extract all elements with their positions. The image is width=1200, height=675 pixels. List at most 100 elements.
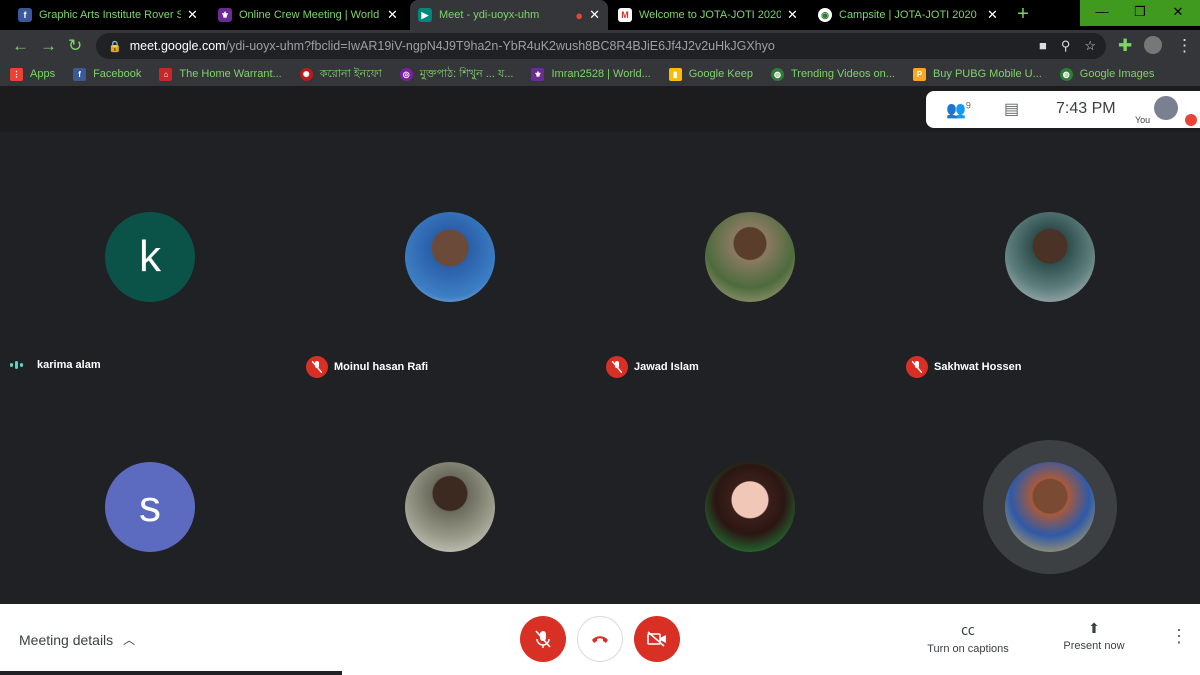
participant-nametag: Sakhwat Hossen bbox=[906, 356, 1021, 378]
url-host: meet.google.com bbox=[129, 39, 226, 53]
bookmark-corona[interactable]: ✺ করোনা ইনফো bbox=[299, 65, 382, 84]
avatar bbox=[405, 462, 495, 552]
close-icon[interactable]: ✕ bbox=[987, 7, 998, 23]
captions-icon: ㏄ bbox=[961, 622, 975, 638]
chat-icon[interactable]: ▤ bbox=[1004, 99, 1019, 119]
participant-count: 9 bbox=[965, 100, 971, 111]
tab-title: Campsite | JOTA-JOTI 2020 bbox=[839, 9, 977, 21]
globe-icon: ◍ bbox=[1059, 67, 1073, 81]
lock-icon: 🔒 bbox=[108, 40, 122, 53]
close-icon[interactable]: ✕ bbox=[387, 7, 398, 23]
participant-name: Sakhwat Hossen bbox=[934, 361, 1022, 373]
camera-icon[interactable]: ■ bbox=[1039, 38, 1047, 54]
avatar bbox=[1005, 212, 1095, 302]
bookmark-label: Google Keep bbox=[688, 68, 753, 80]
forward-icon[interactable]: → bbox=[40, 36, 57, 56]
bookmark-label: Apps bbox=[30, 68, 56, 80]
captions-button[interactable]: ㏄ Turn on captions bbox=[920, 620, 1016, 655]
participant-tile[interactable]: k karima alam bbox=[0, 176, 300, 412]
participant-name: Jawad Islam bbox=[634, 361, 699, 373]
chevron-up-icon: ︿ bbox=[123, 633, 136, 647]
meeting-clock: 7:43 PM bbox=[1056, 100, 1116, 117]
tab-title: Meet - ydi-uoyx-uhm bbox=[439, 9, 540, 21]
reload-icon[interactable]: ↻ bbox=[68, 36, 82, 56]
facebook-icon: f bbox=[18, 8, 32, 22]
bookmark-apps[interactable]: ⋮ Apps bbox=[10, 67, 56, 81]
participant-name: Moinul hasan Rafi bbox=[334, 361, 429, 373]
back-icon[interactable]: ← bbox=[12, 36, 29, 56]
apps-icon: ⋮ bbox=[10, 67, 23, 81]
meeting-info-panel: 👥9 ▤ 7:43 PM You bbox=[926, 91, 1200, 128]
address-row: ← → ↻ 🔒 meet.google.com /ydi-uoyx-uhm?fb… bbox=[0, 30, 1200, 62]
bookmark-google-keep[interactable]: ▮ Google Keep bbox=[668, 67, 753, 81]
scout-icon: ⚜ bbox=[218, 8, 232, 22]
tab-1[interactable]: f Graphic Arts Institute Rover Sc ✕ bbox=[10, 0, 208, 30]
meeting-details-button[interactable]: Meeting details ︿ bbox=[19, 631, 135, 648]
tab-bar: f Graphic Arts Institute Rover Sc ✕ ⚜ On… bbox=[0, 0, 1200, 30]
self-muted-icon bbox=[1185, 114, 1197, 126]
bookmark-muktopaath[interactable]: ◎ মুক্তপাঠ: শিখুন ... য... bbox=[399, 65, 514, 84]
bookmark-label: The Home Warrant... bbox=[179, 68, 282, 80]
participant-tile[interactable]: Sakhwat Hossen bbox=[900, 176, 1200, 412]
tab-title: Graphic Arts Institute Rover Sc bbox=[39, 9, 181, 21]
star-icon[interactable]: ☆ bbox=[1084, 38, 1096, 54]
pubg-icon: P bbox=[912, 67, 926, 81]
participant-tile[interactable]: Jawad Islam bbox=[600, 176, 900, 412]
mic-off-icon bbox=[306, 356, 328, 378]
avatar: s bbox=[105, 462, 195, 552]
tab-title: Welcome to JOTA-JOTI 2020! - bbox=[639, 9, 781, 21]
avatar bbox=[705, 212, 795, 302]
globe-icon: ◍ bbox=[770, 67, 784, 81]
window-close-icon[interactable]: ✕ bbox=[1156, 0, 1200, 26]
bookmark-google-images[interactable]: ◍ Google Images bbox=[1059, 67, 1155, 81]
bookmark-label: Facebook bbox=[93, 68, 142, 80]
new-tab-icon[interactable]: + bbox=[1012, 4, 1034, 26]
mic-off-icon bbox=[906, 356, 928, 378]
mic-toggle-button[interactable] bbox=[520, 616, 566, 662]
menu-icon[interactable]: ⋮ bbox=[1176, 36, 1193, 56]
home-icon: ⌂ bbox=[159, 67, 173, 81]
zoom-icon[interactable]: ⚲ bbox=[1061, 38, 1071, 54]
camera-toggle-button[interactable] bbox=[634, 616, 680, 662]
people-icon[interactable]: 👥9 bbox=[946, 100, 971, 120]
bookmark-facebook[interactable]: f Facebook bbox=[73, 67, 142, 81]
bookmark-label: মুক্তপাঠ: শিখুন ... য... bbox=[419, 67, 514, 80]
bookmark-trending[interactable]: ◍ Trending Videos on... bbox=[770, 67, 895, 81]
gmail-icon: M bbox=[618, 8, 632, 22]
muktopaath-icon: ◎ bbox=[399, 67, 413, 81]
address-bar[interactable]: 🔒 meet.google.com /ydi-uoyx-uhm?fbclid=I… bbox=[96, 33, 1106, 59]
tab-5[interactable]: ◉ Campsite | JOTA-JOTI 2020 ✕ bbox=[810, 0, 1008, 30]
extensions-icon[interactable]: ✚ bbox=[1118, 36, 1132, 56]
bookmark-imran[interactable]: ⚜ Imran2528 | World... bbox=[531, 67, 651, 81]
self-avatar[interactable] bbox=[1154, 96, 1178, 120]
participant-name: karima alam bbox=[37, 359, 101, 371]
tab-4[interactable]: M Welcome to JOTA-JOTI 2020! - ✕ bbox=[610, 0, 808, 30]
bookmark-home-warranty[interactable]: ⌂ The Home Warrant... bbox=[159, 67, 282, 81]
tab-3-active[interactable]: ▶ Meet - ydi-uoyx-uhm ● ✕ bbox=[410, 0, 608, 30]
chrome-icon: ◉ bbox=[818, 8, 832, 22]
profile-avatar[interactable] bbox=[1144, 36, 1162, 54]
more-options-icon[interactable]: ⋮ bbox=[1170, 626, 1188, 647]
bookmark-pubg[interactable]: P Buy PUBG Mobile U... bbox=[912, 67, 1042, 81]
facebook-icon: f bbox=[73, 67, 87, 81]
participant-tile[interactable]: Moinul hasan Rafi bbox=[300, 176, 600, 412]
self-label: You bbox=[1135, 115, 1151, 125]
captions-label: Turn on captions bbox=[927, 643, 1009, 655]
mic-off-icon bbox=[606, 356, 628, 378]
bookmark-label: Google Images bbox=[1079, 68, 1155, 80]
tab-2[interactable]: ⚜ Online Crew Meeting | World S ✕ bbox=[210, 0, 408, 30]
mic-off-icon bbox=[535, 630, 551, 648]
scout-icon: ⚜ bbox=[531, 67, 545, 81]
keep-icon: ▮ bbox=[668, 67, 682, 81]
url-path: /ydi-uoyx-uhm?fbclid=IwAR19iV-ngpN4J9T9h… bbox=[225, 39, 775, 53]
avatar bbox=[405, 212, 495, 302]
close-icon[interactable]: ✕ bbox=[787, 7, 798, 23]
avatar: k bbox=[105, 212, 195, 302]
leave-call-button[interactable] bbox=[577, 616, 623, 662]
bookmark-label: Buy PUBG Mobile U... bbox=[932, 68, 1042, 80]
recording-icon: ● bbox=[575, 7, 584, 23]
present-now-button[interactable]: ⬆ Present now bbox=[1056, 620, 1132, 652]
close-icon[interactable]: ✕ bbox=[589, 7, 600, 23]
avatar bbox=[705, 462, 795, 552]
close-icon[interactable]: ✕ bbox=[187, 7, 198, 23]
